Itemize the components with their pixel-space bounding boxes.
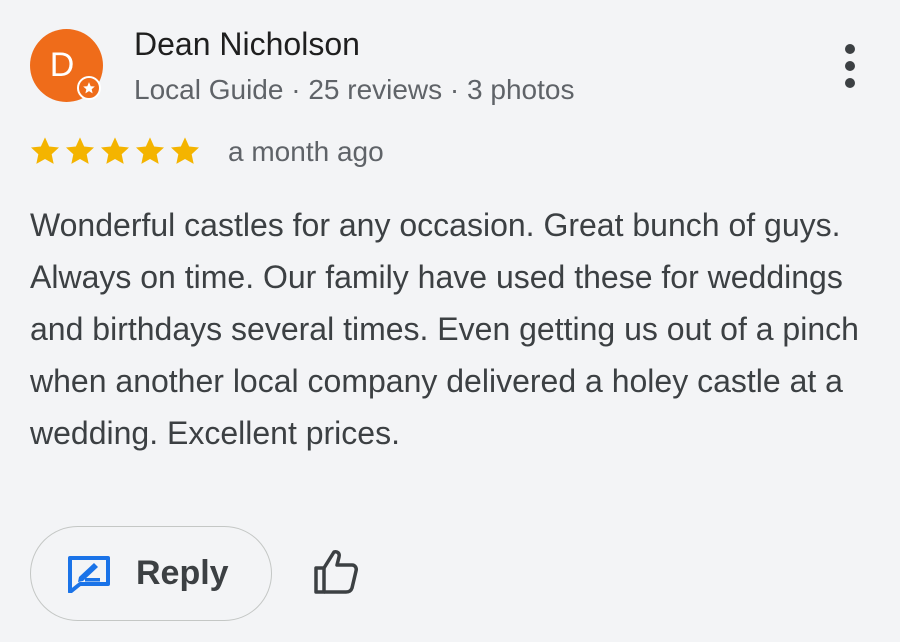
star-icon — [169, 135, 201, 167]
star-icon — [99, 135, 131, 167]
more-options-button[interactable] — [834, 40, 866, 92]
like-button[interactable] — [310, 546, 362, 598]
review-card: D Dean Nicholson Local Guide · 25 review… — [0, 0, 900, 642]
star-icon — [29, 135, 61, 167]
star-icon — [64, 135, 96, 167]
more-vert-icon-dot — [845, 61, 855, 71]
thumbs-up-icon — [310, 550, 362, 602]
star-icon — [134, 135, 166, 167]
review-text: Wonderful castles for any occasion. Grea… — [30, 207, 859, 451]
reply-label: Reply — [136, 554, 229, 592]
star-rating — [29, 135, 201, 167]
more-vert-icon-dot — [845, 78, 855, 88]
review-time: a month ago — [228, 136, 384, 167]
reviewer-name[interactable]: Dean Nicholson — [134, 26, 360, 63]
more-vert-icon — [845, 44, 855, 54]
local-guide-badge-icon — [77, 76, 101, 100]
reviewer-meta: Local Guide · 25 reviews · 3 photos — [134, 74, 575, 105]
avatar[interactable]: D — [30, 29, 103, 102]
reply-button[interactable]: Reply — [30, 526, 272, 621]
reply-edit-icon — [67, 555, 111, 598]
